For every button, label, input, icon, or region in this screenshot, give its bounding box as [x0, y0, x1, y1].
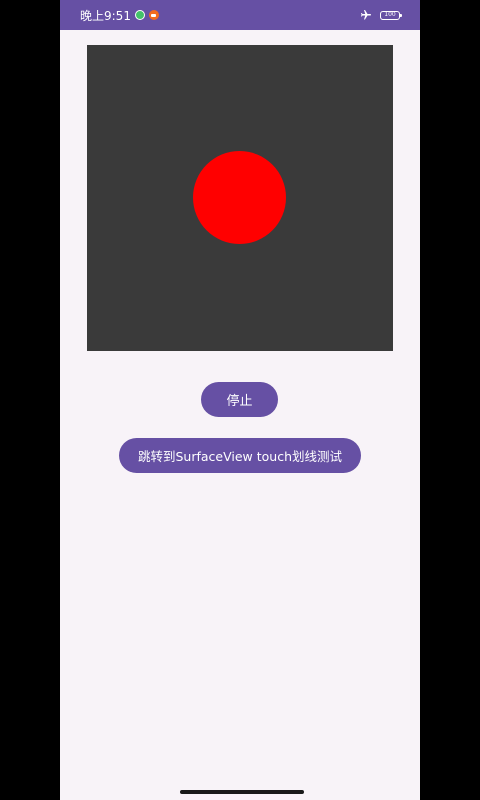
jump-to-touch-test-button[interactable]: 跳转到SurfaceView touch划线测试 — [119, 438, 361, 473]
status-bar: 晚上9:51 100 — [60, 0, 420, 30]
status-indicators: 100 — [360, 9, 402, 21]
surface-view-canvas[interactable] — [87, 45, 393, 351]
status-time: 晚上9:51 — [80, 8, 131, 23]
message-notification-icon — [148, 10, 159, 20]
wechat-notification-icon — [134, 10, 145, 20]
battery-icon: 100 — [380, 10, 402, 20]
gesture-nav-handle[interactable] — [180, 790, 304, 794]
airplane-mode-icon — [361, 10, 371, 20]
stop-button[interactable]: 停止 — [201, 382, 278, 417]
red-ball — [193, 151, 286, 244]
battery-level: 100 — [384, 11, 396, 18]
app-screen: 晚上9:51 100 停止 跳转到SurfaceView touch划线测试 — [60, 0, 420, 800]
